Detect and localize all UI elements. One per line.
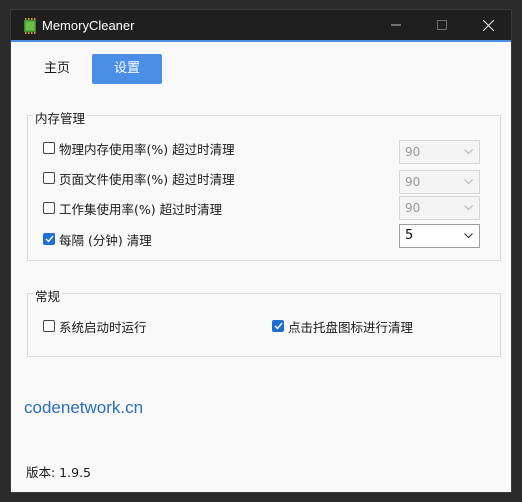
close-button[interactable]	[465, 10, 511, 40]
page-file-select[interactable]: 90	[399, 170, 480, 194]
watermark-text: codenetwork.cn	[24, 398, 144, 417]
interval-checkbox[interactable]	[43, 233, 55, 245]
app-window: MemoryCleaner 主页 设置 内存管理 物理内存使用率(%) 超过时清…	[10, 9, 512, 493]
physical-memory-option[interactable]: 物理内存使用率(%) 超过时清理	[43, 138, 235, 158]
minimize-icon	[391, 24, 401, 26]
title-bar[interactable]: MemoryCleaner	[11, 10, 511, 42]
working-set-select[interactable]: 90	[399, 196, 480, 220]
version-label: 版本: 1.9.5	[26, 465, 91, 480]
interval-value: 5	[405, 228, 414, 243]
startup-checkbox[interactable]	[43, 320, 55, 332]
interval-select[interactable]: 5	[399, 224, 480, 248]
interval-option[interactable]: 每隔 (分钟) 清理	[43, 229, 152, 249]
physical-memory-checkbox[interactable]	[43, 142, 55, 154]
maximize-icon	[437, 20, 447, 30]
tab-settings[interactable]: 设置	[92, 54, 162, 84]
working-set-value: 90	[405, 201, 421, 215]
physical-memory-label: 物理内存使用率(%) 超过时清理	[59, 141, 235, 157]
page-file-option[interactable]: 页面文件使用率(%) 超过时清理	[43, 168, 235, 188]
minimize-button[interactable]	[373, 10, 419, 40]
startup-option[interactable]: 系统启动时运行	[43, 316, 147, 336]
checkmark-icon	[274, 322, 283, 330]
page-file-value: 90	[405, 175, 421, 189]
close-icon	[482, 19, 494, 31]
chevron-down-icon	[464, 179, 473, 185]
maximize-button[interactable]	[419, 10, 465, 40]
page-file-checkbox[interactable]	[43, 172, 55, 184]
interval-label: 每隔 (分钟) 清理	[59, 232, 152, 248]
window-title: MemoryCleaner	[42, 18, 135, 33]
tray-click-checkbox[interactable]	[272, 320, 284, 332]
chevron-down-icon	[464, 149, 473, 155]
working-set-label: 工作集使用率(%) 超过时清理	[59, 201, 223, 217]
tray-click-label: 点击托盘图标进行清理	[288, 319, 414, 335]
tray-click-option[interactable]: 点击托盘图标进行清理	[272, 316, 413, 336]
tab-home[interactable]: 主页	[28, 54, 86, 84]
chevron-down-icon	[464, 205, 473, 211]
chevron-down-icon	[464, 233, 473, 239]
physical-memory-select[interactable]: 90	[399, 140, 480, 164]
page-file-label: 页面文件使用率(%) 超过时清理	[59, 171, 235, 187]
memory-chip-icon	[24, 18, 36, 34]
startup-label: 系统启动时运行	[59, 319, 147, 335]
general-group-title: 常规	[33, 286, 63, 305]
working-set-option[interactable]: 工作集使用率(%) 超过时清理	[43, 198, 222, 218]
working-set-checkbox[interactable]	[43, 202, 55, 214]
physical-memory-value: 90	[405, 145, 421, 159]
memory-group-title: 内存管理	[33, 108, 88, 127]
checkmark-icon	[45, 235, 54, 243]
